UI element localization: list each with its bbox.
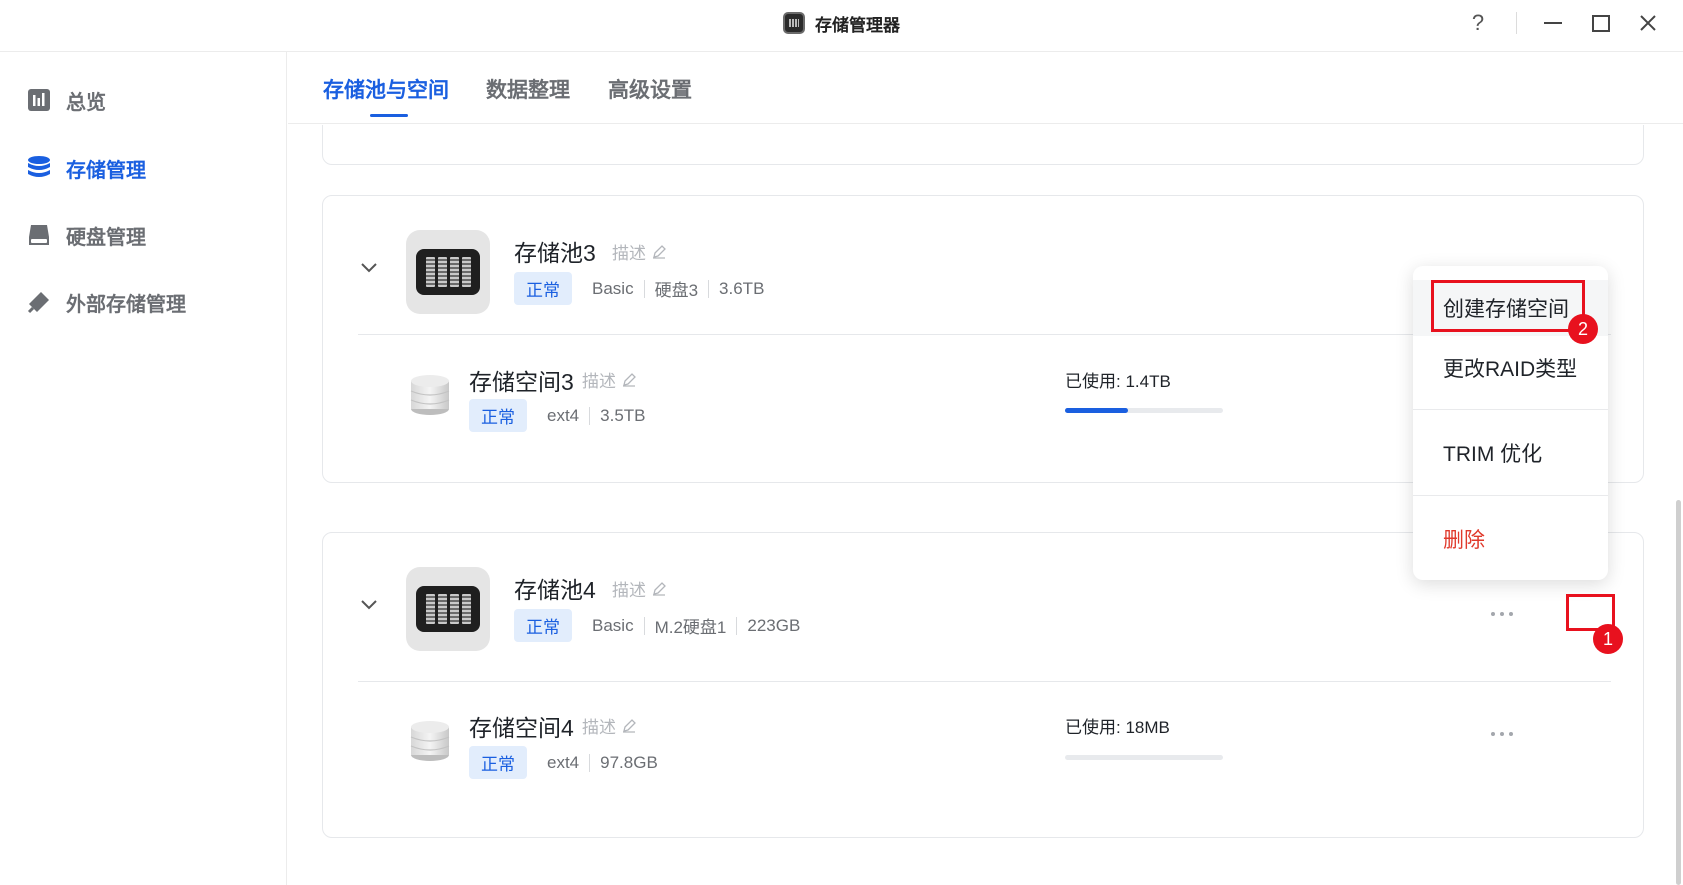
- storage-manager-app-icon: [783, 12, 805, 34]
- usage-progress-fill: [1065, 408, 1129, 413]
- description-label: 描述: [582, 372, 616, 391]
- database-icon: [26, 155, 52, 181]
- filesystem-type: ext4: [547, 752, 580, 772]
- maximize-icon: [1592, 14, 1610, 32]
- pool-description-edit[interactable]: 描述: [612, 576, 666, 601]
- pool-meta: 正常 Basic M.2硬盘1 223GB: [514, 609, 800, 642]
- raid-type: Basic: [592, 615, 634, 635]
- help-icon: ?: [1471, 10, 1485, 35]
- nas-pool-icon: [406, 567, 490, 651]
- tab-bar: 存储池与空间 数据整理 高级设置: [288, 52, 1683, 124]
- scrollbar[interactable]: [1676, 500, 1681, 885]
- raid-type: Basic: [592, 278, 634, 298]
- usb-icon: [26, 289, 52, 315]
- pool-size: 223GB: [747, 615, 801, 635]
- close-icon: [1640, 15, 1656, 31]
- pencil-icon: [653, 244, 666, 259]
- sidebar-item-external[interactable]: 外部存储管理: [26, 284, 186, 320]
- card-divider: [358, 681, 1611, 682]
- step-1-badge: 1: [1593, 624, 1623, 654]
- collapse-toggle[interactable]: [359, 595, 379, 615]
- volume-size: 97.8GB: [600, 752, 658, 772]
- filesystem-type: ext4: [547, 405, 580, 425]
- menu-divider: [1413, 409, 1608, 410]
- chevron-down-icon: [361, 263, 377, 273]
- chevron-down-icon: [361, 600, 377, 610]
- usage-progress-bar: [1065, 755, 1223, 760]
- volume-name: 存储空间4: [469, 715, 574, 741]
- step-2-badge: 2: [1568, 314, 1598, 344]
- description-label: 描述: [582, 718, 616, 737]
- volume-description-edit[interactable]: 描述: [582, 367, 636, 392]
- volume-more-button[interactable]: [1485, 724, 1519, 744]
- chart-icon: [26, 87, 52, 113]
- volume-disk-icon: [410, 375, 450, 415]
- volume-description-edit[interactable]: 描述: [582, 713, 636, 738]
- volume-name: 存储空间3: [469, 369, 574, 395]
- title-separator: [1516, 12, 1517, 34]
- sidebar-item-label: 总览: [66, 91, 106, 114]
- highlight-create-volume: [1431, 280, 1585, 332]
- title-bar: 存储管理器 ?: [0, 0, 1683, 52]
- tab-data-cleanup[interactable]: 数据整理: [486, 74, 570, 104]
- disk-name: 硬盘3: [654, 281, 699, 300]
- sidebar-item-label: 存储管理: [66, 159, 146, 182]
- sidebar-item-label: 外部存储管理: [66, 293, 186, 316]
- sidebar-item-storage[interactable]: 存储管理: [26, 150, 146, 186]
- pool-more-button[interactable]: [1485, 604, 1519, 624]
- active-tab-indicator: [370, 114, 408, 117]
- pool-description-edit[interactable]: 描述: [612, 239, 666, 264]
- status-badge: 正常: [469, 399, 527, 432]
- description-label: 描述: [612, 244, 646, 263]
- help-button[interactable]: ?: [1461, 8, 1495, 38]
- maximize-button[interactable]: [1584, 8, 1618, 38]
- pool-name: 存储池3: [514, 240, 596, 266]
- close-button[interactable]: [1631, 8, 1665, 38]
- tab-advanced-settings[interactable]: 高级设置: [608, 74, 692, 104]
- pencil-icon: [653, 581, 666, 596]
- sidebar-item-disks[interactable]: 硬盘管理: [26, 217, 146, 253]
- collapse-toggle[interactable]: [359, 258, 379, 278]
- window-title-area: 存储管理器: [0, 0, 1683, 46]
- tab-pools-and-volumes[interactable]: 存储池与空间: [323, 74, 449, 104]
- menu-item-change-raid[interactable]: 更改RAID类型: [1413, 340, 1608, 396]
- used-space-label: 已使用: 1.4TB: [1065, 372, 1171, 391]
- usage-progress-bar: [1065, 408, 1223, 413]
- previous-pool-card: [322, 125, 1644, 165]
- status-badge: 正常: [514, 272, 572, 305]
- volume-meta: 正常 ext4 3.5TB: [469, 399, 646, 432]
- pool-name: 存储池4: [514, 577, 596, 603]
- pool-meta: 正常 Basic 硬盘3 3.6TB: [514, 272, 764, 305]
- menu-divider: [1413, 495, 1608, 496]
- window-title: 存储管理器: [815, 15, 900, 35]
- sidebar-item-label: 硬盘管理: [66, 226, 146, 249]
- description-label: 描述: [612, 581, 646, 600]
- pool-size: 3.6TB: [719, 278, 765, 298]
- harddisk-icon: [26, 222, 52, 248]
- used-space-label: 已使用: 18MB: [1065, 718, 1170, 737]
- status-badge: 正常: [469, 746, 527, 779]
- volume-size: 3.5TB: [600, 405, 646, 425]
- menu-item-delete[interactable]: 删除: [1413, 511, 1608, 567]
- status-badge: 正常: [514, 609, 572, 642]
- sidebar: 总览 存储管理 硬盘管理 外部存储管理: [0, 52, 287, 885]
- minimize-button[interactable]: [1536, 8, 1570, 38]
- nas-pool-icon: [406, 230, 490, 314]
- sidebar-item-overview[interactable]: 总览: [26, 82, 106, 118]
- volume-disk-icon: [410, 721, 450, 761]
- pencil-icon: [623, 372, 636, 387]
- disk-name: M.2硬盘1: [654, 618, 727, 637]
- pencil-icon: [623, 718, 636, 733]
- menu-item-trim[interactable]: TRIM 优化: [1413, 425, 1608, 481]
- minimize-icon: [1544, 22, 1562, 24]
- volume-meta: 正常 ext4 97.8GB: [469, 746, 658, 779]
